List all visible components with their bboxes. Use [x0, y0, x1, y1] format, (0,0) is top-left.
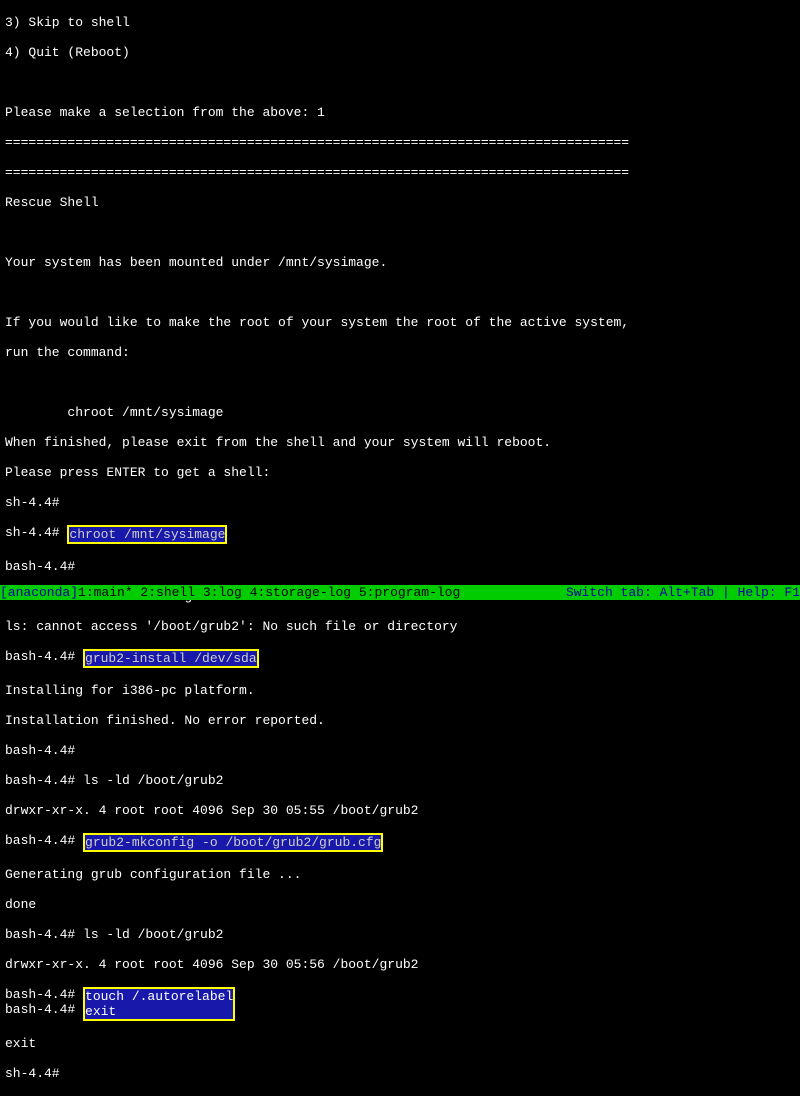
- highlighted-command-touch: touch /.autorelabel: [85, 989, 233, 1004]
- blank-line: [5, 375, 795, 390]
- install-output: Installing for i386-pc platform.: [5, 683, 795, 698]
- ls-output: drwxr-xr-x. 4 root root 4096 Sep 30 05:5…: [5, 957, 795, 972]
- blank-line: [5, 285, 795, 300]
- exit-echo: exit: [5, 1036, 795, 1051]
- highlighted-command-chroot: chroot /mnt/sysimage: [67, 525, 227, 544]
- command-line: sh-4.4# chroot /mnt/sysimage: [5, 525, 795, 544]
- bash-prompt: bash-4.4#: [5, 833, 83, 848]
- highlighted-command-block: touch /.autorelabelexit: [83, 987, 235, 1021]
- blank-line: [5, 225, 795, 240]
- divider: ========================================…: [5, 135, 795, 150]
- bash-prompt: bash-4.4#: [5, 987, 83, 1002]
- mounted-message: Your system has been mounted under /mnt/…: [5, 255, 795, 270]
- finish-message: When finished, please exit from the shel…: [5, 435, 795, 450]
- ls-error: ls: cannot access '/boot/grub2': No such…: [5, 619, 795, 634]
- ls-output: drwxr-xr-x. 4 root root 4096 Sep 30 05:5…: [5, 803, 795, 818]
- bash-prompt: bash-4.4#: [5, 649, 83, 664]
- terminal-output[interactable]: 3) Skip to shell 4) Quit (Reboot) Please…: [0, 0, 800, 1096]
- ls-command: bash-4.4# ls -ld /boot/grub2: [5, 927, 795, 942]
- help-hint: Switch tab: Alt+Tab | Help: F1: [566, 585, 800, 600]
- selection-prompt: Please make a selection from the above: …: [5, 105, 795, 120]
- status-bar: [anaconda]1:main* 2:shell 3:log 4:storag…: [0, 585, 800, 600]
- command-line: bash-4.4# grub2-install /dev/sda: [5, 649, 795, 668]
- highlighted-command-grub-install: grub2-install /dev/sda: [83, 649, 259, 668]
- bash-prompt: bash-4.4#: [5, 743, 795, 758]
- highlighted-command-mkconfig: grub2-mkconfig -o /boot/grub2/grub.cfg: [83, 833, 383, 852]
- highlighted-command-exit: exit: [85, 1004, 233, 1019]
- sh-prompt: sh-4.4#: [5, 1066, 795, 1081]
- command-line: bash-4.4# grub2-mkconfig -o /boot/grub2/…: [5, 833, 795, 852]
- install-output: Installation finished. No error reported…: [5, 713, 795, 728]
- done-output: done: [5, 897, 795, 912]
- command-group: bash-4.4# bash-4.4# touch /.autorelabele…: [5, 987, 795, 1021]
- press-enter-prompt: Please press ENTER to get a shell:: [5, 465, 795, 480]
- blank-line: [5, 75, 795, 90]
- instruction-text: If you would like to make the root of yo…: [5, 315, 795, 330]
- generating-output: Generating grub configuration file ...: [5, 867, 795, 882]
- anaconda-label: [anaconda]: [0, 585, 78, 600]
- tab-list: 1:main* 2:shell 3:log 4:storage-log 5:pr…: [78, 585, 460, 600]
- menu-option-3: 3) Skip to shell: [5, 15, 795, 30]
- sh-prompt: sh-4.4#: [5, 495, 795, 510]
- bash-prompt: bash-4.4#: [5, 559, 795, 574]
- bash-prompt: bash-4.4#: [5, 1002, 83, 1017]
- divider: ========================================…: [5, 165, 795, 180]
- sh-prompt: sh-4.4#: [5, 525, 67, 540]
- menu-option-4: 4) Quit (Reboot): [5, 45, 795, 60]
- chroot-example: chroot /mnt/sysimage: [5, 405, 795, 420]
- instruction-text: run the command:: [5, 345, 795, 360]
- rescue-shell-title: Rescue Shell: [5, 195, 795, 210]
- ls-command: bash-4.4# ls -ld /boot/grub2: [5, 773, 795, 788]
